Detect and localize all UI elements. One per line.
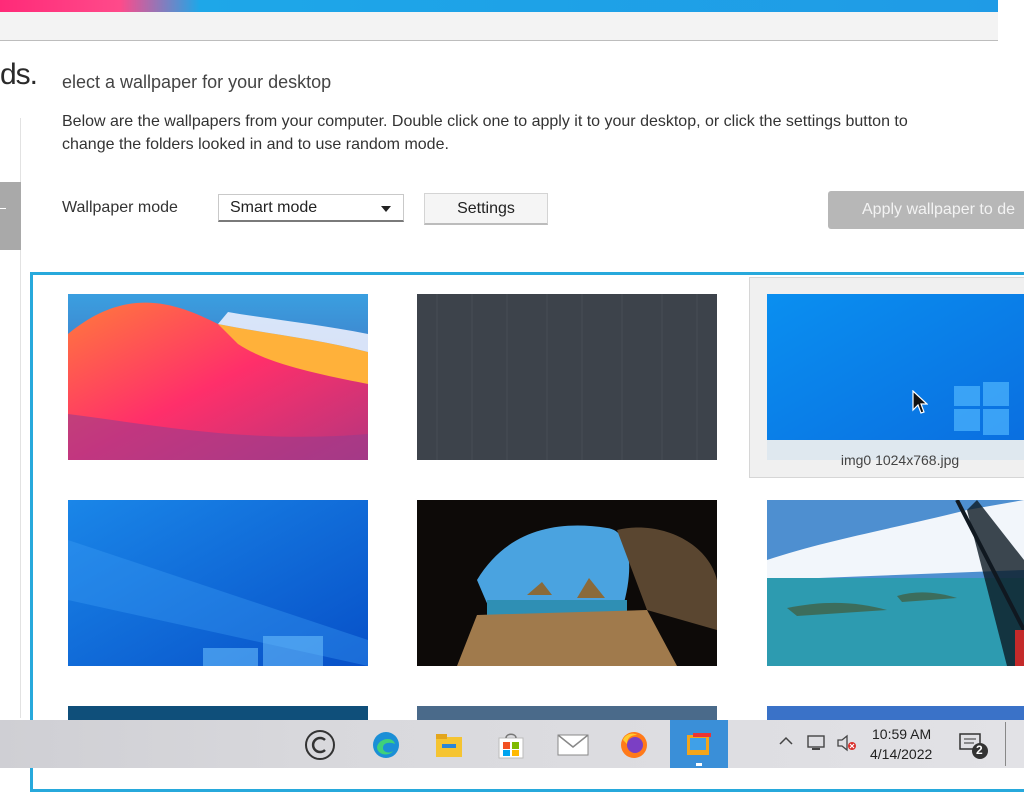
wallpaper-mode-dropdown[interactable]: Smart mode — [218, 194, 404, 222]
wallpaper-thumbnail[interactable] — [417, 500, 717, 666]
desktop-gap — [998, 0, 1024, 40]
apply-wallpaper-button[interactable]: Apply wallpaper to de — [828, 191, 1024, 229]
dark-texture-image — [417, 294, 717, 460]
notification-count: 2 — [976, 743, 983, 757]
ocean-aerial-image — [767, 500, 1024, 666]
background-window-edge — [0, 12, 998, 41]
sidebar-tab-selected[interactable] — [0, 182, 21, 250]
notification-center-icon[interactable]: 2 — [958, 730, 988, 763]
file-explorer-icon[interactable] — [432, 728, 466, 762]
firefox-icon[interactable] — [617, 728, 651, 762]
wallpaper-thumbnail[interactable] — [767, 294, 1024, 440]
macos-gradient-image — [68, 294, 368, 460]
active-app-indicator — [696, 763, 702, 766]
app-brand-fragment: ds. — [0, 58, 38, 91]
network-icon[interactable] — [806, 734, 828, 755]
chevron-down-icon — [381, 206, 391, 212]
wallpaper-filename: img0 1024x768.jpg — [840, 452, 960, 468]
edge-icon[interactable] — [369, 728, 403, 762]
wallpaper-app-icon[interactable] — [682, 728, 716, 762]
wallpaper-thumbnail[interactable] — [68, 500, 368, 666]
chevron-up-icon[interactable] — [778, 734, 794, 751]
page-title: elect a wallpaper for your desktop — [62, 72, 332, 92]
wallpaper-mode-label: Wallpaper mode — [62, 199, 178, 216]
copyright-icon[interactable] — [303, 728, 337, 762]
wallpaper-thumbnail[interactable] — [417, 706, 717, 720]
mail-icon[interactable] — [556, 728, 590, 762]
windows10-light-image — [68, 500, 368, 666]
settings-button[interactable]: Settings — [424, 193, 548, 225]
volume-muted-icon[interactable] — [836, 734, 858, 755]
sidebar-tab-marker — [0, 208, 6, 209]
windows10-blue-image — [767, 294, 1024, 440]
show-desktop-button[interactable] — [1005, 722, 1006, 766]
background-window-strip — [0, 0, 998, 12]
wallpaper-thumbnail[interactable] — [68, 706, 368, 720]
wallpaper-thumbnail[interactable] — [417, 294, 717, 460]
wallpaper-thumbnail[interactable] — [767, 500, 1024, 666]
clock-date[interactable]: 4/14/2022 — [870, 746, 932, 762]
wallpaper-thumbnail[interactable] — [767, 706, 1024, 720]
page-description: Below are the wallpapers from your compu… — [62, 113, 908, 153]
wallpaper-mode-value: Smart mode — [230, 199, 318, 216]
rock-arch-image — [417, 500, 717, 666]
clock-time[interactable]: 10:59 AM — [872, 726, 931, 742]
store-icon[interactable] — [494, 728, 528, 762]
wallpaper-thumbnail[interactable] — [68, 294, 368, 460]
